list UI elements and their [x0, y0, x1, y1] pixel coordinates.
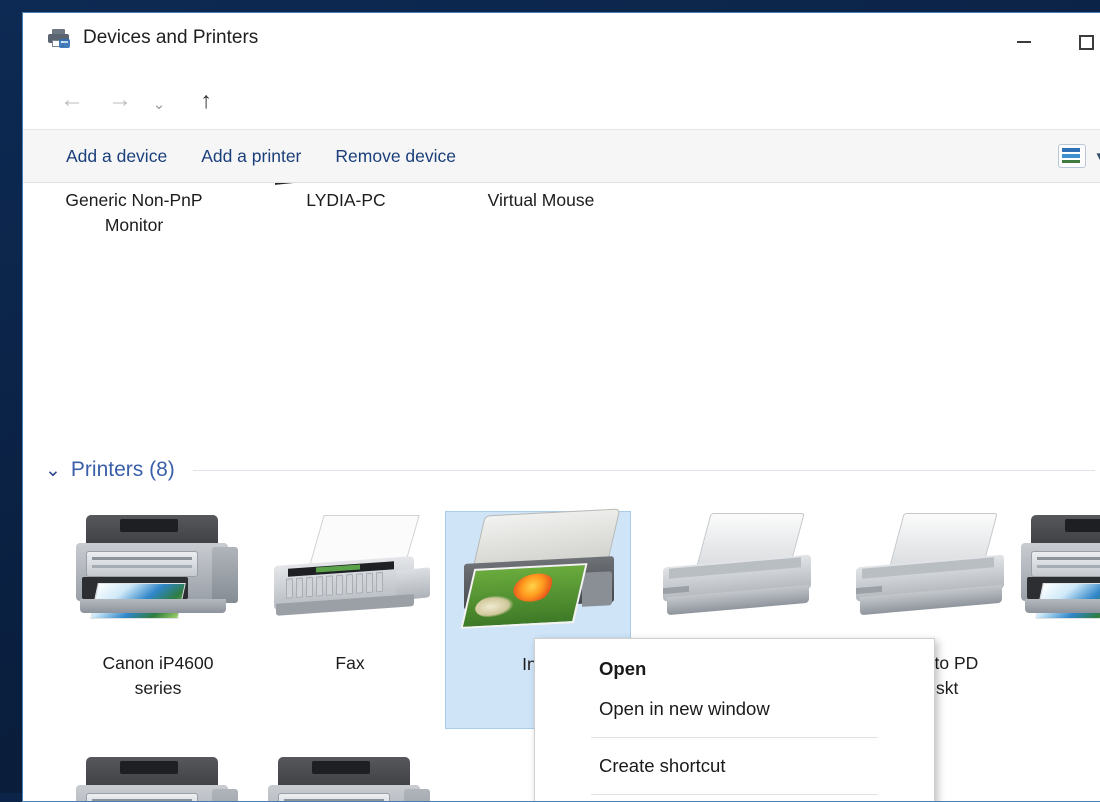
- device-label-line1: LYDIA-PC: [251, 188, 441, 213]
- context-menu-item-open-in-new-window[interactable]: Open in new window: [535, 689, 934, 729]
- context-menu-item-create-shortcut[interactable]: Create shortcut: [535, 746, 934, 786]
- basic-printer-icon: [657, 513, 829, 633]
- printer-item-samsung-ml-1510-hp[interactable]: Samsung ML-1510 HP: [255, 755, 445, 802]
- printer-label-line2: series: [63, 676, 253, 701]
- context-menu-separator: [591, 737, 878, 738]
- inkjet-printer-icon: [454, 510, 632, 640]
- multifunction-printer-icon: [72, 755, 244, 802]
- printers-group-title: Printers (8): [71, 458, 175, 482]
- photo-print-icon: [460, 563, 587, 629]
- context-menu-separator: [591, 794, 878, 795]
- maximize-button[interactable]: [1055, 13, 1100, 71]
- multifunction-printer-icon: [72, 513, 244, 633]
- add-a-device-button[interactable]: Add a device: [49, 146, 184, 167]
- chevron-down-icon[interactable]: ▾: [1096, 148, 1100, 164]
- device-item-generic-non-pnp-monitor[interactable]: Generic Non-PnP Monitor: [39, 183, 229, 238]
- title-bar-left: Devices and Printers: [47, 27, 258, 49]
- context-menu: Open Open in new window Create shortcut: [534, 638, 935, 802]
- remove-device-button[interactable]: Remove device: [318, 146, 473, 167]
- fax-machine-icon: [264, 513, 436, 633]
- context-menu-label: Open: [599, 658, 646, 680]
- chevron-down-icon: ⌄: [153, 97, 166, 112]
- context-menu-label: Open in new window: [599, 698, 770, 720]
- printers-group-header[interactable]: ⌄ Printers (8): [45, 458, 1095, 482]
- arrow-right-icon: →: [108, 88, 132, 112]
- command-bar: Add a device Add a printer Remove device…: [23, 129, 1100, 183]
- change-view-icon[interactable]: [1058, 144, 1086, 168]
- window-title: Devices and Printers: [83, 27, 258, 49]
- monitor-icon: [64, 183, 204, 188]
- printer-label-line1: Fax: [255, 651, 445, 676]
- group-divider: [193, 470, 1095, 471]
- forward-button[interactable]: →: [105, 87, 135, 113]
- minimize-button[interactable]: [993, 13, 1055, 71]
- maximize-icon: [1079, 35, 1094, 50]
- basic-printer-icon: [850, 513, 1022, 633]
- devices-and-printers-window: Devices and Printers ← → ⌄: [22, 12, 1100, 802]
- device-item-lydia-pc[interactable]: LYDIA-PC: [251, 183, 441, 213]
- multifunction-printer-icon: [1017, 513, 1100, 633]
- context-menu-item-open[interactable]: Open: [535, 649, 934, 689]
- printer-item-canon-ip4600[interactable]: Canon iP4600 series: [63, 513, 253, 701]
- window-controls: [993, 13, 1100, 71]
- printer-item-extra-right[interactable]: [1008, 513, 1100, 633]
- recent-locations-button[interactable]: ⌄: [149, 91, 169, 117]
- devices-content-area: Generic Non-PnP Monitor LYDIA-PC Virtual…: [23, 183, 1100, 802]
- printer-label-line1: Canon iP4600: [63, 651, 253, 676]
- mouse-icon: [481, 183, 601, 188]
- title-bar: Devices and Printers: [23, 13, 1100, 71]
- navigation-bar: ← → ⌄ ↑ « Hardw... › Devices and Printer…: [23, 71, 1100, 129]
- up-one-level-button[interactable]: ↑: [191, 87, 221, 113]
- device-label-line1: Generic Non-PnP: [39, 188, 229, 213]
- printer-item-fax[interactable]: Fax: [255, 513, 445, 676]
- device-label-line1: Virtual Mouse: [446, 188, 636, 213]
- back-button[interactable]: ←: [57, 87, 87, 113]
- command-bar-right: ▾: [1058, 130, 1100, 182]
- device-item-virtual-mouse[interactable]: Virtual Mouse: [446, 183, 636, 213]
- printer-item-samsung-eeebox[interactable]: Samsung EeeBox: [63, 755, 253, 802]
- arrow-left-icon: ←: [60, 88, 84, 112]
- desktop-background: Devices and Printers ← → ⌄: [0, 0, 1100, 793]
- minimize-icon: [1017, 41, 1031, 43]
- add-a-printer-button[interactable]: Add a printer: [184, 146, 318, 167]
- multifunction-printer-icon: [264, 755, 436, 802]
- chevron-down-icon[interactable]: ⌄: [45, 461, 61, 480]
- context-menu-label: Create shortcut: [599, 755, 725, 777]
- arrow-up-icon: ↑: [200, 89, 212, 112]
- printer-network-icon: [47, 28, 71, 48]
- laptop-icon: [271, 183, 421, 188]
- device-label-line2: Monitor: [39, 213, 229, 238]
